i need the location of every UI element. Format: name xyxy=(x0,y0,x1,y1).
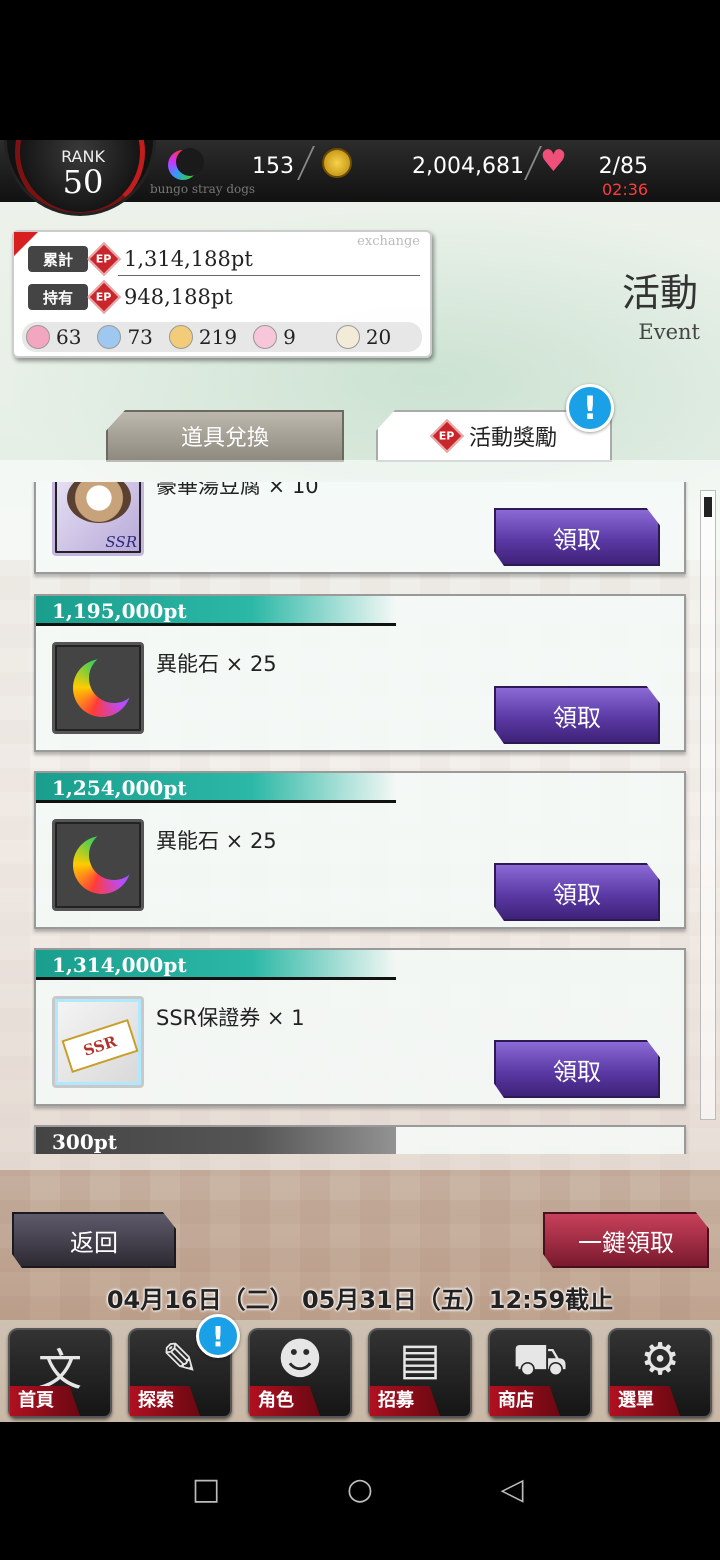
reward-name: 異能石 × 25 xyxy=(156,829,277,853)
gold-orb-icon xyxy=(168,325,193,349)
back-button[interactable]: 返回 xyxy=(12,1212,176,1268)
coin-icon xyxy=(322,148,352,178)
nav-label: 招募 xyxy=(370,1386,440,1416)
rank-value: 50 xyxy=(62,163,104,201)
divider xyxy=(118,275,420,276)
ep-icon: EP xyxy=(87,280,121,314)
ep-icon: EP xyxy=(430,419,464,453)
recents-button[interactable]: □ xyxy=(186,1470,226,1510)
reward-points: 1,195,000pt xyxy=(36,596,396,626)
reward-name: 異能石 × 25 xyxy=(156,652,277,676)
item-gold-orb: 219 xyxy=(168,325,237,349)
list-item: SSR 豪華湯豆腐 × 10 領取 xyxy=(34,482,686,574)
ticket-text: SSR xyxy=(61,1019,139,1073)
ability-stone-icon xyxy=(52,642,144,734)
ap-heart-icon: ♥ xyxy=(540,144,567,179)
claim-all-button[interactable]: 一鍵領取 xyxy=(543,1212,709,1268)
blue-orb-icon xyxy=(97,325,122,349)
reward-list-viewport: SSR 豪華湯豆腐 × 10 領取 1,195,000pt 異能石 × 25 領… xyxy=(0,482,700,1154)
ability-stone-icon xyxy=(168,148,204,180)
claim-button[interactable]: 領取 xyxy=(494,686,660,744)
cumulative-value: 1,314,188pt xyxy=(124,247,253,271)
pink-orb-icon xyxy=(26,325,50,349)
ability-stone-icon xyxy=(52,819,144,911)
scrollbar-thumb[interactable] xyxy=(704,497,712,517)
list-item: 1,195,000pt 異能石 × 25 領取 xyxy=(34,594,686,752)
reward-points: 300pt xyxy=(36,1127,396,1154)
status-bar: RANK 50 bungo stray dogs 153 2,004,681 ♥… xyxy=(0,140,720,216)
nav-menu[interactable]: ⚙ 選單 xyxy=(608,1328,712,1418)
ssr-ticket-icon: SSR xyxy=(52,996,144,1088)
nav-home[interactable]: 文 首頁 xyxy=(8,1328,112,1418)
tab-label: 活動獎勵 xyxy=(468,426,557,451)
explore-alert-icon: ! xyxy=(196,1314,240,1358)
gear-icon: ⚙ xyxy=(640,1334,680,1385)
claim-button[interactable]: 領取 xyxy=(494,508,660,566)
reward-name: SSR保證券 × 1 xyxy=(156,1006,305,1030)
stones-value: 153 xyxy=(252,154,294,179)
tofu-pot-icon: SSR xyxy=(52,482,144,556)
list-scrollbar[interactable] xyxy=(700,490,716,1120)
list-item: 1,314,000pt SSR SSR保證券 × 1 領取 xyxy=(34,948,686,1106)
coins-counter[interactable]: 2,004,681 xyxy=(352,148,532,186)
page-subtitle: Event xyxy=(638,320,700,344)
bottom-nav: 文 首頁 ✎ 探索 ☻ 角色 ▤ 招募 ⛟ 商店 ⚙ 選單 ! xyxy=(0,1314,720,1422)
nav-label: 探索 xyxy=(130,1386,200,1416)
recruit-book-icon: ▤ xyxy=(399,1334,441,1385)
nav-shop[interactable]: ⛟ 商店 xyxy=(488,1328,592,1418)
back-nav-button[interactable]: ◁ xyxy=(492,1470,532,1510)
nav-label: 選單 xyxy=(610,1386,680,1416)
ap-timer: 02:36 xyxy=(602,180,649,199)
nav-characters[interactable]: ☻ 角色 xyxy=(248,1328,352,1418)
nav-recruit[interactable]: ▤ 招募 xyxy=(368,1328,472,1418)
list-item: 1,254,000pt 異能石 × 25 領取 xyxy=(34,771,686,929)
item-blue-orb: 73 xyxy=(97,325,153,349)
rarity-label: SSR xyxy=(105,533,137,551)
claim-button[interactable]: 領取 xyxy=(494,863,660,921)
event-items-row: 63 73 219 9 20 xyxy=(22,322,422,352)
system-nav-bar: □ ○ ◁ xyxy=(0,1422,720,1560)
cumulative-tag: 累計 xyxy=(28,246,88,272)
event-period: 04月16日（二） 05月31日（五）12:59截止 xyxy=(106,1286,614,1314)
ap-value: 2/85 xyxy=(598,154,648,179)
item-dog: 20 xyxy=(335,325,391,349)
reward-points: 1,254,000pt xyxy=(36,773,396,803)
stones-counter[interactable]: 153 xyxy=(196,148,302,186)
alert-icon: ! xyxy=(566,384,614,432)
shop-cart-icon: ⛟ xyxy=(512,1334,568,1385)
claim-button[interactable]: 領取 xyxy=(494,1040,660,1098)
list-item: 300pt xyxy=(34,1125,686,1154)
rabbit-icon xyxy=(253,325,278,349)
owned-value: 948,188pt xyxy=(124,285,233,309)
nav-label: 首頁 xyxy=(10,1386,80,1416)
characters-icon: ☻ xyxy=(277,1334,323,1385)
owned-tag: 持有 xyxy=(28,284,88,310)
cumulative-row: 累計 EP 1,314,188pt xyxy=(28,242,253,276)
reward-list[interactable]: SSR 豪華湯豆腐 × 10 領取 1,195,000pt 異能石 × 25 領… xyxy=(0,460,720,1170)
event-points-card: exchange 累計 EP 1,314,188pt 持有 EP 948,188… xyxy=(12,230,432,358)
dog-icon xyxy=(335,325,360,349)
ep-icon: EP xyxy=(87,242,121,276)
home-button[interactable]: ○ xyxy=(340,1470,380,1510)
reward-points: 1,314,000pt xyxy=(36,950,396,980)
item-pink-orb: 63 xyxy=(26,325,81,349)
item-rabbit: 9 xyxy=(253,325,296,349)
game-screen: RANK 50 bungo stray dogs 153 2,004,681 ♥… xyxy=(0,140,720,1422)
page-title: 活動 xyxy=(621,271,698,315)
exchange-label: exchange xyxy=(357,234,420,249)
reward-name: 豪華湯豆腐 × 10 xyxy=(156,482,319,498)
nav-label: 角色 xyxy=(250,1386,320,1416)
coins-value: 2,004,681 xyxy=(412,154,524,179)
nav-label: 商店 xyxy=(490,1386,560,1416)
owned-row: 持有 EP 948,188pt xyxy=(28,280,233,314)
tab-item-exchange[interactable]: 道具兌換 xyxy=(106,410,344,462)
